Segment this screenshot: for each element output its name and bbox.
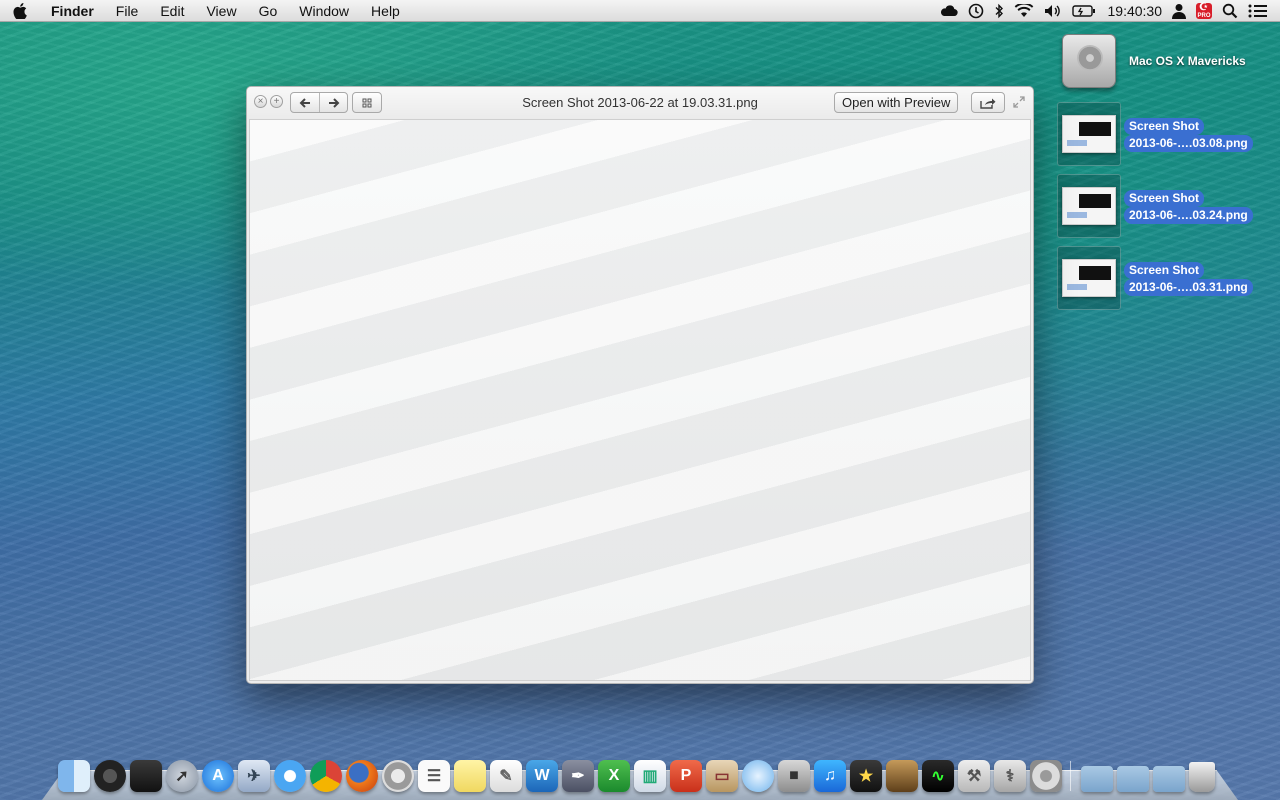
- menu-clock[interactable]: 19:40:30: [1108, 3, 1163, 19]
- share-icon: [980, 98, 996, 109]
- trash-icon[interactable]: [1189, 762, 1215, 792]
- finder-icon[interactable]: [58, 760, 90, 792]
- time-machine-icon[interactable]: [968, 0, 984, 22]
- screenshot-file-icon-1[interactable]: [1057, 102, 1121, 166]
- safari-icon[interactable]: [274, 760, 306, 792]
- menu-window[interactable]: Window: [288, 0, 360, 22]
- fullscreen-icon[interactable]: [1012, 95, 1026, 109]
- powerpoint-icon[interactable]: P: [670, 760, 702, 792]
- menu-app-finder[interactable]: Finder: [40, 0, 105, 22]
- image-thumbnail-icon: [1062, 259, 1116, 297]
- firefox-icon[interactable]: [346, 760, 378, 792]
- file-label-line2: 2013-06-….03.31.png: [1124, 279, 1253, 296]
- notification-center-icon[interactable]: [1248, 0, 1268, 22]
- pixelmator-icon[interactable]: ✒: [562, 760, 594, 792]
- menu-go[interactable]: Go: [248, 0, 289, 22]
- wifi-icon[interactable]: [1014, 0, 1034, 22]
- documents-folder-icon[interactable]: [1117, 766, 1149, 792]
- status-area: 19:40:30 PRO: [930, 0, 1280, 22]
- spotlight-icon[interactable]: [1222, 0, 1238, 22]
- downloads-folder-icon[interactable]: [1153, 766, 1185, 792]
- stickies-icon[interactable]: [454, 760, 486, 792]
- applications-folder-icon[interactable]: [1081, 766, 1113, 792]
- menu-edit[interactable]: Edit: [149, 0, 195, 22]
- image-thumbnail-icon: [1062, 115, 1116, 153]
- dock: ➚ A ✈ ☰ ✎ W ✒ X ▥ P ▭ ■ ♫ ★ ∿ ⚒ ⚕: [58, 756, 1219, 792]
- launchpad-icon[interactable]: ➚: [166, 760, 198, 792]
- dock-separator: [1070, 761, 1071, 791]
- mission-control-icon[interactable]: [130, 760, 162, 792]
- xcode-icon[interactable]: ⚒: [958, 760, 990, 792]
- hard-drive-icon[interactable]: [1062, 34, 1116, 88]
- share-button[interactable]: [971, 92, 1005, 113]
- chrome-icon[interactable]: [310, 760, 342, 792]
- opera-icon[interactable]: [382, 760, 414, 792]
- cloud-icon[interactable]: [940, 0, 958, 22]
- hard-drive-label[interactable]: Mac OS X Mavericks: [1129, 54, 1246, 68]
- facetime-icon[interactable]: ■: [778, 760, 810, 792]
- disk-utility-icon[interactable]: ⚕: [994, 760, 1026, 792]
- system-preferences-icon[interactable]: [1030, 760, 1062, 792]
- open-with-preview-button[interactable]: Open with Preview: [834, 92, 959, 113]
- screenshot-file-icon-2[interactable]: [1057, 174, 1121, 238]
- app-store-icon[interactable]: A: [202, 760, 234, 792]
- keynote-icon[interactable]: ▭: [706, 760, 738, 792]
- file-label-line1: Screen Shot: [1124, 118, 1205, 135]
- imovie-icon[interactable]: ★: [850, 760, 882, 792]
- battery-icon[interactable]: [1071, 0, 1096, 22]
- itunes-icon[interactable]: ♫: [814, 760, 846, 792]
- notes-icon[interactable]: ✎: [490, 760, 522, 792]
- quick-look-window: × + Screen Shot 2013-06-22 at 19.03.31.p…: [246, 86, 1034, 684]
- excel-icon[interactable]: X: [598, 760, 630, 792]
- preview-app-icon[interactable]: ✈: [238, 760, 270, 792]
- user-icon[interactable]: [1172, 0, 1186, 22]
- screenshot-file-label-2[interactable]: Screen Shot 2013-06-….03.24.png: [1124, 190, 1253, 224]
- file-label-line2: 2013-06-….03.24.png: [1124, 207, 1253, 224]
- image-thumbnail-icon: [1062, 187, 1116, 225]
- dashboard-icon[interactable]: [94, 760, 126, 792]
- screenshot-file-label-3[interactable]: Screen Shot 2013-06-….03.31.png: [1124, 262, 1253, 296]
- apple-menu-icon[interactable]: [0, 2, 40, 19]
- word-icon[interactable]: W: [526, 760, 558, 792]
- messages-icon[interactable]: [742, 760, 774, 792]
- activity-monitor-icon[interactable]: ∿: [922, 760, 954, 792]
- menu-view[interactable]: View: [195, 0, 247, 22]
- screenshot-file-icon-3[interactable]: [1057, 246, 1121, 310]
- file-label-line2: 2013-06-….03.08.png: [1124, 135, 1253, 152]
- quick-look-toolbar: × + Screen Shot 2013-06-22 at 19.03.31.p…: [247, 87, 1033, 119]
- menu-file[interactable]: File: [105, 0, 150, 22]
- screenshot-file-label-1[interactable]: Screen Shot 2013-06-….03.08.png: [1124, 118, 1253, 152]
- input-flag-icon[interactable]: PRO: [1196, 0, 1212, 22]
- menu-help[interactable]: Help: [360, 0, 411, 22]
- file-label-line1: Screen Shot: [1124, 190, 1205, 207]
- input-flag-badge: PRO: [1196, 2, 1212, 19]
- bluetooth-icon[interactable]: [994, 0, 1004, 22]
- image-capture-icon[interactable]: [886, 760, 918, 792]
- textedit-icon[interactable]: ☰: [418, 760, 450, 792]
- preview-area: [249, 119, 1031, 681]
- menu-bar: Finder File Edit View Go Window Help 19:…: [0, 0, 1280, 22]
- volume-icon[interactable]: [1044, 0, 1062, 22]
- file-label-line1: Screen Shot: [1124, 262, 1205, 279]
- numbers-icon[interactable]: ▥: [634, 760, 666, 792]
